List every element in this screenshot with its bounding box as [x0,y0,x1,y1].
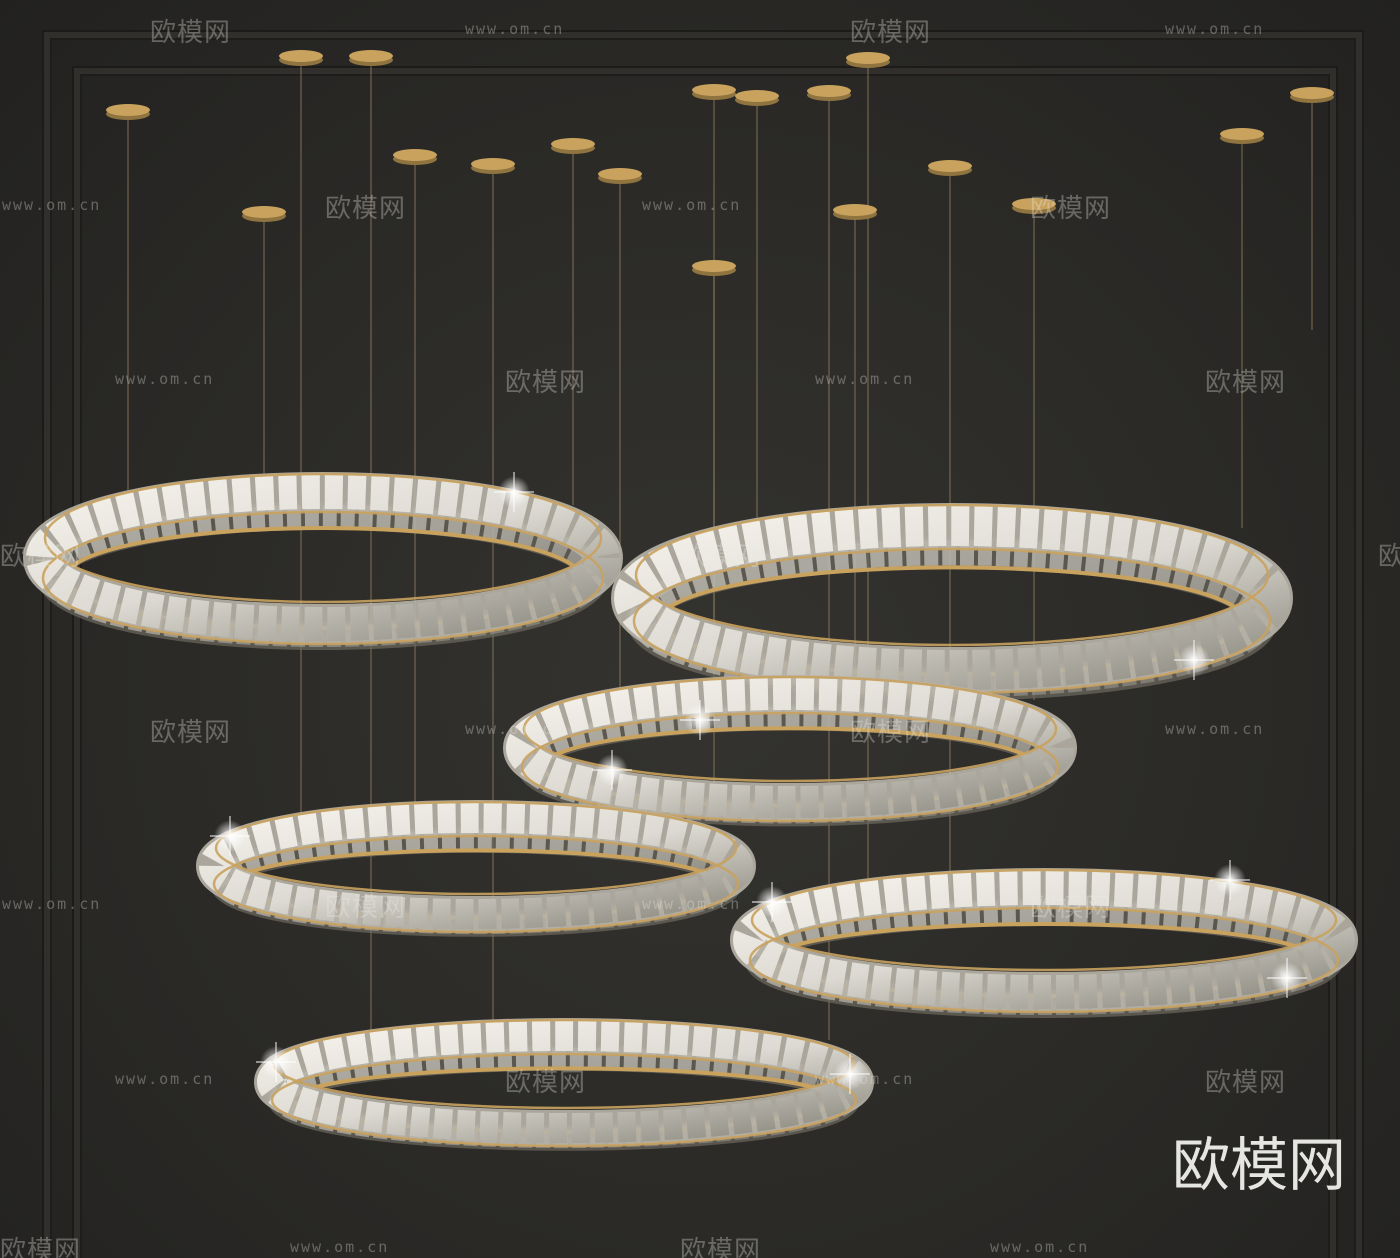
ceiling-canopy-top [735,90,779,102]
ceiling-canopy-top [1290,87,1334,99]
ceiling-canopy-top [106,104,150,116]
ceiling-canopy-top [833,204,877,216]
ceiling-canopy-top [242,206,286,218]
product-render: 欧模网 www.om.cn 欧模网 www.om.cn www.om.cn 欧模… [0,0,1400,1258]
ceiling-canopy-top [1220,128,1264,140]
ceiling-canopy-top [692,84,736,96]
ceiling-canopy-top [807,85,851,97]
ceiling-canopy-top [846,52,890,64]
ceiling-canopy-top [928,160,972,172]
ceiling-canopy-top [393,149,437,161]
ceiling-canopy-top [692,260,736,272]
ceiling-canopy-top [551,138,595,150]
brand-logo-watermark: 欧模网 [1172,1131,1347,1199]
ceiling-canopy-top [279,50,323,62]
ceiling-canopy-top [349,50,393,62]
crystal-ring-chandelier [611,503,1293,701]
crystal-ring-chandelier [196,800,756,937]
ceiling-canopy-top [1012,198,1056,210]
chandelier-illustration [23,50,1358,1151]
crystal-ring-chandelier [254,1018,874,1151]
crystal-ring-chandelier [730,868,1358,1018]
crystal-ring-chandelier [503,675,1077,827]
ceiling-canopy-top [471,158,515,170]
ceiling-canopy-top [598,168,642,180]
